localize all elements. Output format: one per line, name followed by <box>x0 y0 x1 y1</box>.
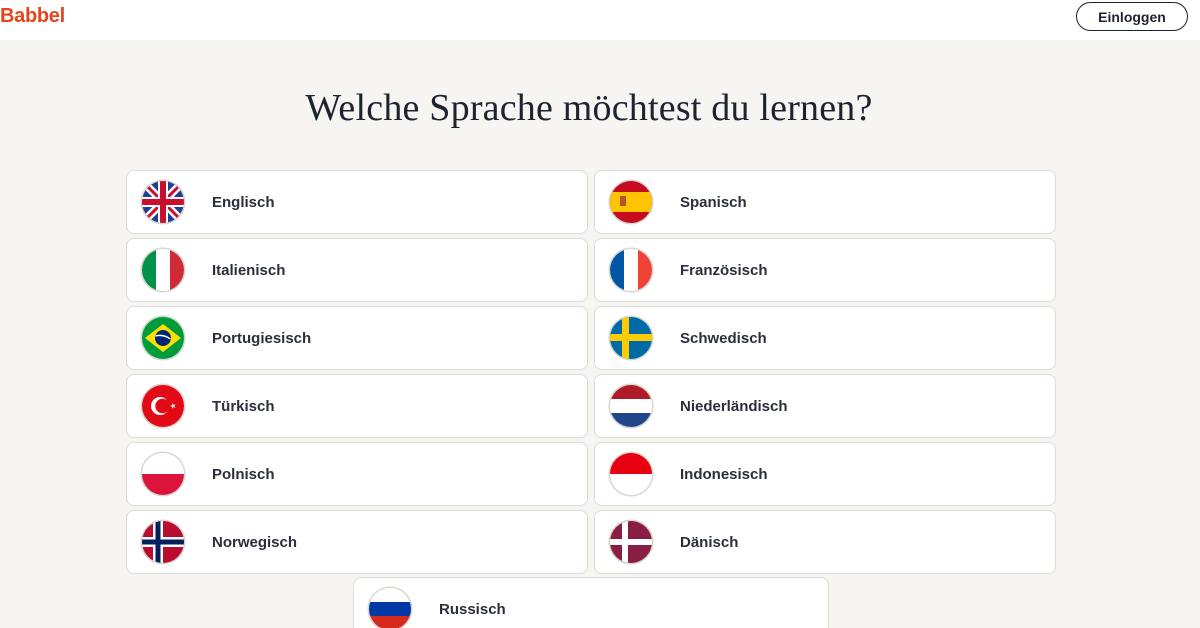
language-label: Schwedisch <box>680 329 767 347</box>
language-label: Polnisch <box>212 465 275 483</box>
babbel-logo[interactable]: Babbel <box>0 5 65 28</box>
language-option-russian[interactable]: Russisch <box>353 577 829 628</box>
language-label: Englisch <box>212 193 275 211</box>
page-title: Welche Sprache möchtest du lernen? <box>305 87 873 129</box>
login-button[interactable]: Einloggen <box>1076 2 1188 31</box>
netherlands-flag-icon <box>610 385 652 427</box>
language-option-polish[interactable]: Polnisch <box>126 442 588 506</box>
language-option-portuguese[interactable]: Portugiesisch <box>126 306 588 370</box>
language-label: Norwegisch <box>212 533 298 551</box>
language-label: Niederländisch <box>680 397 788 415</box>
sweden-flag-icon <box>610 317 652 359</box>
language-option-norwegian[interactable]: Norwegisch <box>126 510 588 574</box>
russia-flag-icon <box>369 588 411 628</box>
language-label: Italienisch <box>212 261 286 279</box>
language-label: Indonesisch <box>680 465 768 483</box>
language-label: Russisch <box>439 600 506 618</box>
language-option-turkish[interactable]: Türkisch <box>126 374 588 438</box>
denmark-flag-icon <box>610 521 652 563</box>
top-bar: Babbel Einloggen <box>0 0 1200 40</box>
language-option-italian[interactable]: Italienisch <box>126 238 588 302</box>
brazil-flag-icon <box>142 317 184 359</box>
language-option-english[interactable]: Englisch <box>126 170 588 234</box>
norway-flag-icon <box>142 521 184 563</box>
language-option-dutch[interactable]: Niederländisch <box>594 374 1056 438</box>
language-option-swedish[interactable]: Schwedisch <box>594 306 1056 370</box>
turkey-flag-icon <box>142 385 184 427</box>
poland-flag-icon <box>142 453 184 495</box>
uk-flag-icon <box>142 181 184 223</box>
italy-flag-icon <box>142 249 184 291</box>
language-option-danish[interactable]: Dänisch <box>594 510 1056 574</box>
language-label: Französisch <box>680 261 768 279</box>
language-option-indonesian[interactable]: Indonesisch <box>594 442 1056 506</box>
language-option-french[interactable]: Französisch <box>594 238 1056 302</box>
language-grid: Englisch Spanisch Italienisch Französisc… <box>126 170 1058 574</box>
language-label: Portugiesisch <box>212 329 312 347</box>
spain-flag-icon <box>610 181 652 223</box>
france-flag-icon <box>610 249 652 291</box>
language-option-spanish[interactable]: Spanisch <box>594 170 1056 234</box>
indonesia-flag-icon <box>610 453 652 495</box>
language-label: Dänisch <box>680 533 739 551</box>
language-label: Spanisch <box>680 193 747 211</box>
language-label: Türkisch <box>212 397 275 415</box>
